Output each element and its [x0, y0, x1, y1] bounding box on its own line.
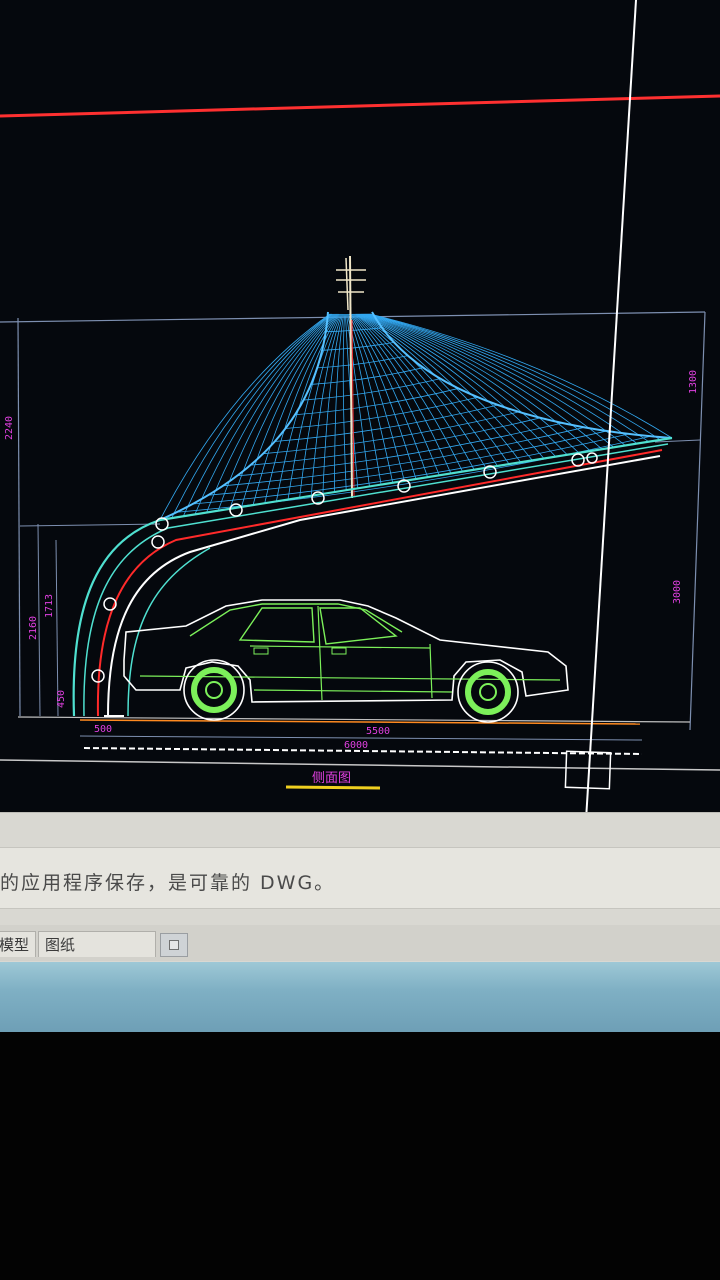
crosshair-cursor-icon	[564, 0, 637, 820]
car-front-hub	[205, 681, 223, 699]
drawing-canvas[interactable]: 2240 2160 1713 450 1300 3000 500 5500 60…	[0, 0, 720, 820]
dim-bottom-offset: 500	[94, 724, 112, 735]
dim-right-bottom: 3000	[672, 580, 683, 604]
left-dim-line-3	[55, 539, 59, 717]
membrane-left-edge	[159, 311, 329, 521]
dim-bottom-total: 6000	[344, 740, 368, 751]
car-handle-rear	[331, 647, 347, 655]
tab-scroll-icon[interactable]	[160, 933, 188, 957]
node-5	[229, 503, 243, 517]
membrane-radial-line	[357, 313, 510, 465]
car-rear-hub	[479, 683, 497, 701]
membrane-radial-line	[322, 313, 344, 494]
membrane-radial-line	[275, 313, 340, 502]
membrane-contour-line	[223, 426, 585, 487]
left-extent-line	[17, 317, 21, 717]
dim-right-top: 1300	[688, 370, 699, 394]
monitor-bezel	[0, 1032, 720, 1280]
car-front-window	[238, 607, 315, 643]
command-message: 的应用程序保存，是可靠的 DWG。	[0, 872, 336, 894]
car-sill-line	[253, 689, 453, 693]
car-rear-door-line	[429, 643, 433, 699]
car-handle-front	[253, 647, 269, 655]
mast-top-a	[345, 257, 349, 311]
membrane-radial-line	[360, 313, 556, 457]
dim-left-total: 2240	[4, 416, 15, 440]
bottom-boundary	[0, 759, 720, 771]
dim-left-base: 450	[56, 690, 67, 708]
dim-left-inner: 1713	[44, 594, 55, 618]
dim-left-mid: 2160	[28, 616, 39, 640]
membrane-contour-line	[176, 435, 651, 513]
membrane-contour-line	[295, 388, 459, 416]
drawing-title: 侧面图	[312, 771, 351, 786]
tab-model[interactable]: 模型	[0, 931, 36, 957]
membrane-radial-line	[355, 313, 487, 469]
membrane-contour-line	[317, 355, 408, 369]
tab-layout[interactable]: 图纸	[38, 931, 156, 957]
left-dim-ref	[19, 523, 161, 527]
node-3	[151, 535, 165, 549]
status-bar	[0, 962, 720, 1032]
membrane-radial-line	[366, 313, 626, 446]
membrane-contour-line	[237, 422, 563, 477]
cad-viewport[interactable]: 2240 2160 1713 450 1300 3000 500 5500 60…	[0, 0, 720, 820]
car	[123, 599, 569, 723]
drawing-title-underline	[285, 785, 381, 790]
car-rear-wheel	[465, 669, 511, 715]
ucs-red-axis	[0, 94, 720, 118]
dim-bottom-span: 5500	[366, 726, 390, 737]
frame-outer	[72, 436, 673, 717]
command-area: 的应用程序保存，是可靠的 DWG。 模型 图纸	[0, 812, 720, 963]
membrane-radial-line	[287, 313, 341, 500]
car-front-wheel	[191, 667, 237, 713]
layout-tabs: 模型 图纸	[0, 925, 720, 961]
command-history: 的应用程序保存，是可靠的 DWG。	[0, 847, 720, 909]
membrane-mesh	[159, 313, 673, 521]
